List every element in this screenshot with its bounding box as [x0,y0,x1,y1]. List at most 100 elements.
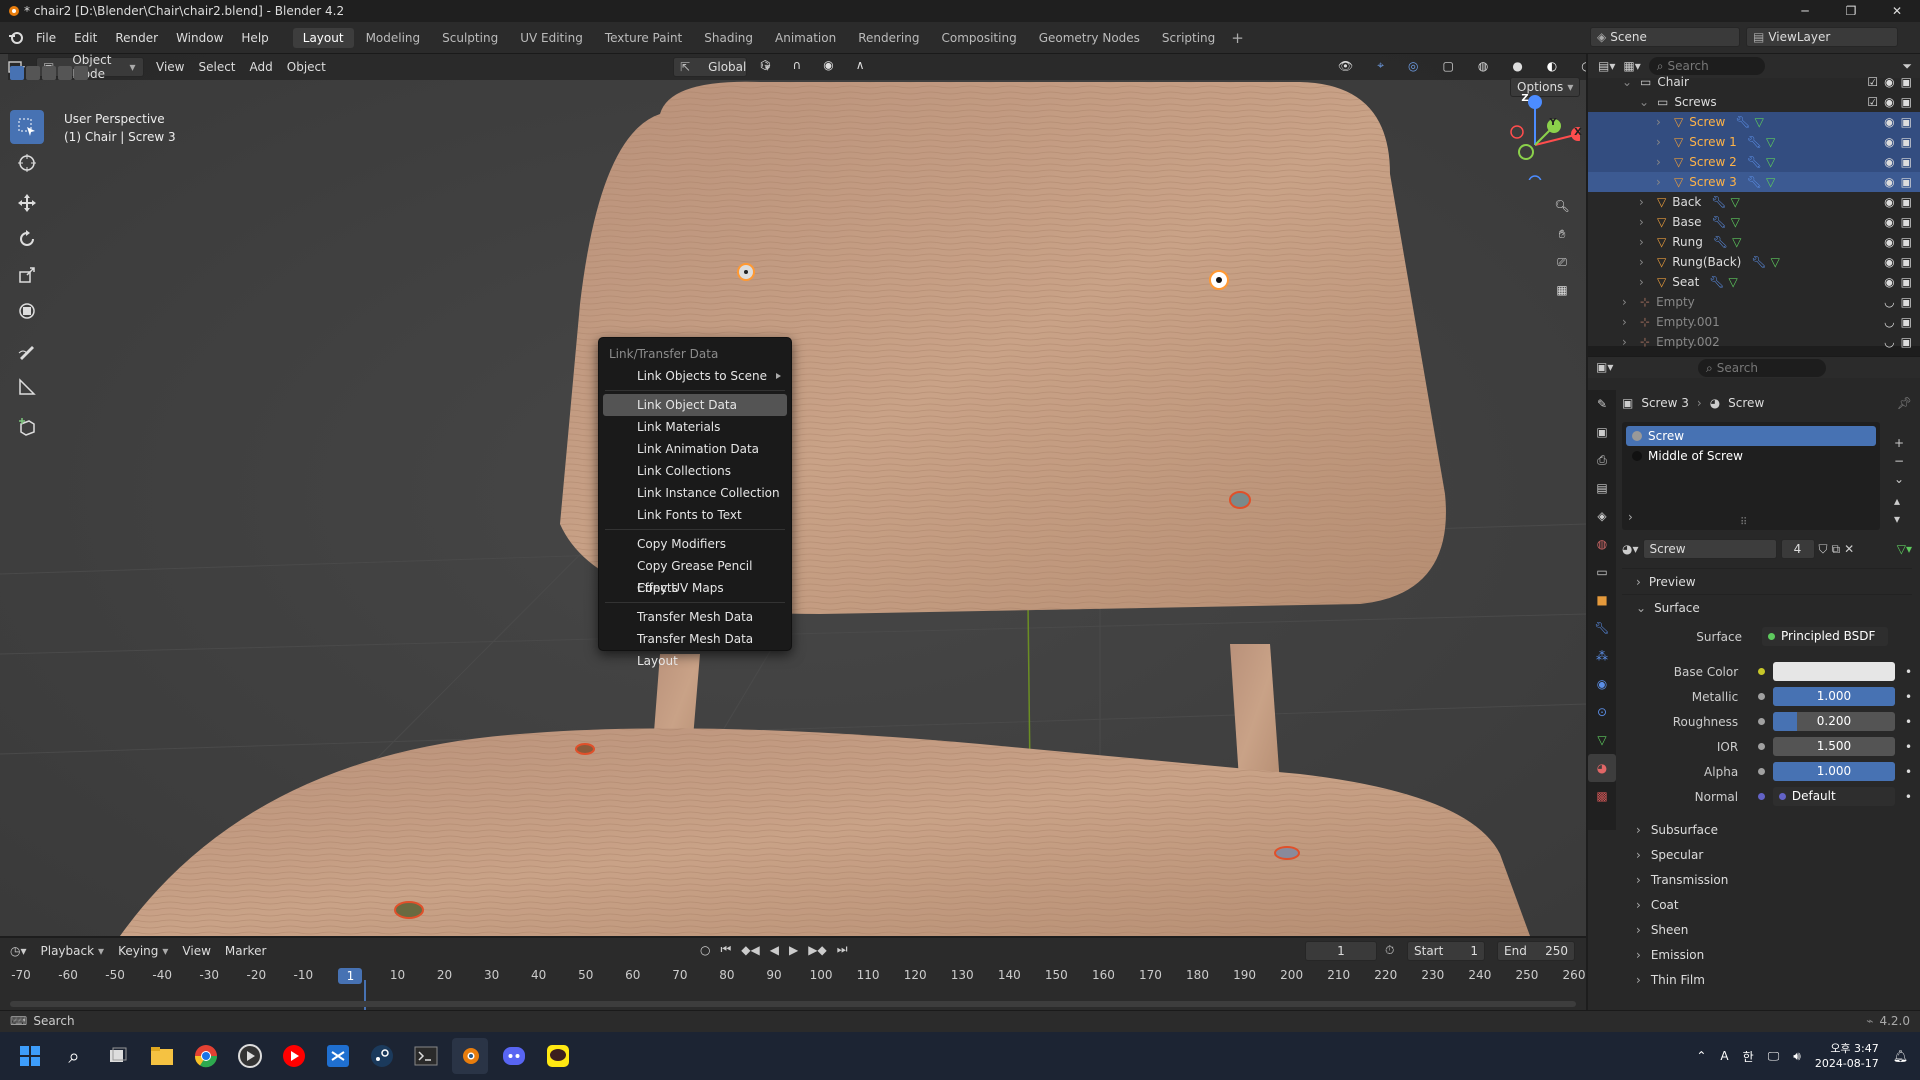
panel-specular[interactable]: › Specular [1622,842,1912,867]
camera-icon[interactable]: ▣ [1901,215,1912,229]
camera-icon[interactable]: ▣ [1901,255,1912,269]
duplicate-material-icon[interactable]: ⧉ [1832,542,1841,557]
outliner-row[interactable]: ⌄ ▭ Screws ☑ ◉ ▣ [1588,92,1920,112]
menu-edit[interactable]: Edit [74,31,97,45]
select-intersect-icon[interactable] [74,66,88,80]
chevron-right-icon[interactable]: › [1622,335,1632,349]
eye-icon[interactable]: ◉ [1884,135,1894,149]
socket-icon[interactable] [1758,793,1765,800]
chevron-right-icon[interactable]: › [1639,235,1649,249]
camera-icon[interactable]: ▣ [1901,335,1912,349]
data-tab-icon[interactable]: ▽ [1588,726,1616,754]
modifier-icon[interactable]: 🔧︎ [1747,175,1762,189]
move-down-icon[interactable]: ▾ [1894,510,1904,528]
measure-tool-icon[interactable] [10,370,44,404]
outliner-row[interactable]: › ▽ Back 🔧︎ ▽ ◉ ▣ [1588,192,1920,212]
menu-item-copy-grease-pencil-effects[interactable]: Copy Grease Pencil Effects [603,555,787,595]
outliner-row[interactable]: › ▽ Base 🔧︎ ▽ ◉ ▣ [1588,212,1920,232]
select-invert-icon[interactable] [58,66,72,80]
outliner-row[interactable]: › ⊹ Empty ◡ ▣ [1588,292,1920,312]
roughness-slider[interactable]: 0.200 [1772,712,1895,731]
outliner-row[interactable]: › ▽ Screw 1 🔧︎ ▽ ◉ ▣ [1588,132,1920,152]
kakaotalk-icon[interactable] [540,1038,576,1074]
tab-texture-paint[interactable]: Texture Paint [595,28,692,48]
annotate-tool-icon[interactable] [10,334,44,368]
tab-compositing[interactable]: Compositing [931,28,1026,48]
chevron-down-icon[interactable]: ⌄ [1622,75,1632,89]
timeline-scrollbar[interactable] [10,1001,1576,1007]
3d-viewport[interactable]: ▣Object Mode▾ ViewSelectAddObject ⇱Globa… [0,54,1586,936]
keyframe-dot-icon[interactable]: • [1905,765,1912,779]
modifier-icon[interactable]: 🔧︎ [1711,195,1726,209]
chevron-right-icon[interactable]: › [1656,115,1666,129]
scene-tab-icon[interactable]: ◈ [1588,502,1616,530]
mesh-data-icon[interactable]: ▽ [1766,135,1775,149]
media-player-icon[interactable] [232,1038,268,1074]
mesh-data-icon[interactable]: ▽ [1766,175,1775,189]
minimize-icon[interactable]: ─ [1782,4,1828,18]
menu-help[interactable]: Help [241,31,268,45]
task-view-icon[interactable] [100,1038,136,1074]
menu-item-transfer-mesh-data-layout[interactable]: Transfer Mesh Data Layout [603,628,787,668]
menu-file[interactable]: File [36,31,56,45]
menu-window[interactable]: Window [176,31,223,45]
rendered-shading-icon[interactable]: ○ [1581,59,1586,73]
chevron-right-icon[interactable]: › [1639,195,1649,209]
add-cube-tool-icon[interactable] [10,410,44,444]
normal-input-field[interactable]: Default [1772,787,1895,806]
notification-icon[interactable]: 🔔︎ [1893,1049,1908,1063]
viewport-menu-add[interactable]: Add [250,60,273,74]
language-indicator[interactable]: A [1720,1049,1728,1063]
chevron-right-icon[interactable]: › [1639,255,1649,269]
wireframe-shading-icon[interactable]: ◍ [1478,59,1488,73]
menu-item-link-object-data[interactable]: Link Object Data [603,394,787,416]
tab-geometry-nodes[interactable]: Geometry Nodes [1029,28,1150,48]
chevron-right-icon[interactable]: › [1656,175,1666,189]
fake-user-icon[interactable]: ⛉ [1819,542,1828,557]
socket-icon[interactable] [1758,693,1765,700]
tool-tab-icon[interactable]: ✎ [1588,390,1616,418]
mesh-data-icon[interactable]: ▽ [1732,235,1741,249]
world-tab-icon[interactable]: ◍ [1588,530,1616,558]
ior-slider[interactable]: 1.500 [1772,737,1895,756]
terminal-icon[interactable] [408,1038,444,1074]
camera-icon[interactable]: ▣ [1901,135,1912,149]
keyframe-dot-icon[interactable]: • [1905,740,1912,754]
cursor-tool-icon[interactable] [10,146,44,180]
hidden-eye-icon[interactable]: ◡ [1884,315,1894,329]
modifier-icon[interactable]: 🔧︎ [1709,275,1724,289]
collection-tab-icon[interactable]: ▭ [1588,558,1616,586]
search-icon[interactable]: ⌕ [56,1038,92,1074]
pan-hand-icon[interactable]: ✋︎ [1548,220,1576,248]
particles-tab-icon[interactable]: ⁂ [1588,642,1616,670]
rotate-tool-icon[interactable] [10,222,44,256]
solid-shading-icon[interactable]: ● [1512,59,1522,73]
camera-icon[interactable]: ▣ [1901,75,1912,89]
maximize-icon[interactable]: ❐ [1828,4,1874,18]
material-users-count[interactable]: 4 [1780,539,1815,559]
material-tab-icon[interactable]: ◕ [1588,754,1616,782]
surface-shader-field[interactable]: Principled BSDF [1762,627,1888,646]
chevron-down-icon[interactable]: ⌄ [1639,95,1649,109]
menu-item-link-fonts-to-text[interactable]: Link Fonts to Text [603,504,787,526]
constraints-tab-icon[interactable]: ⊙ [1588,698,1616,726]
hidden-eye-icon[interactable]: ◡ [1884,295,1894,309]
navigation-gizmo[interactable] [1490,90,1580,180]
chevron-right-icon[interactable]: › [1622,295,1632,309]
eye-icon[interactable]: ◉ [1884,155,1894,169]
visibility-icon[interactable]: 👁 [1338,59,1353,73]
view-layer-tab-icon[interactable]: ▤ [1588,474,1616,502]
outliner-row[interactable]: › ▽ Rung(Back) 🔧︎ ▽ ◉ ▣ [1588,252,1920,272]
menu-item-link-collections[interactable]: Link Collections [603,460,787,482]
camera-icon[interactable]: ▣ [1901,315,1912,329]
metallic-slider[interactable]: 1.000 [1772,687,1895,706]
modifier-icon[interactable]: 🔧︎ [1711,215,1726,229]
network-icon[interactable]: 🖵 [1768,1049,1780,1064]
camera-icon[interactable]: ▣ [1901,275,1912,289]
camera-icon[interactable]: ▣ [1901,115,1912,129]
outliner-row[interactable]: ⌄ ▭ Chair ☑ ◉ ▣ [1588,72,1920,92]
alpha-slider[interactable]: 1.000 [1772,762,1895,781]
file-explorer-icon[interactable] [144,1038,180,1074]
chevron-right-icon[interactable]: › [1622,315,1632,329]
tab-sculpting[interactable]: Sculpting [432,28,508,48]
